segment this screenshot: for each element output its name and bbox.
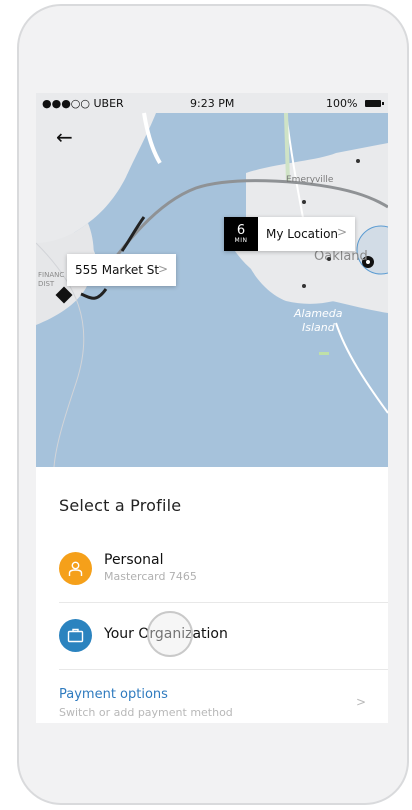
destination-label: 555 Market St	[75, 263, 160, 277]
briefcase-icon	[59, 619, 92, 652]
eta-unit: MIN	[234, 236, 248, 244]
person-icon	[59, 552, 92, 585]
label-financial: FINANC	[38, 271, 64, 279]
status-bar: ●●●○○ UBER 9:23 PM 100%	[36, 93, 388, 113]
sheet-title: Select a Profile	[59, 496, 182, 515]
park-strip	[284, 112, 290, 184]
eta-badge: 6 MIN	[224, 217, 258, 251]
chevron-right-icon: >	[356, 695, 367, 709]
status-time: 9:23 PM	[190, 97, 235, 110]
profile-organization[interactable]: Your Organization	[36, 609, 388, 669]
payment-options-title: Payment options	[59, 687, 168, 702]
app-screen: Emeryville Oakland Alameda Island FINANC…	[36, 93, 388, 723]
touch-indicator	[147, 611, 193, 657]
battery-percent: 100%	[326, 97, 358, 110]
profile-personal[interactable]: Personal Mastercard 7465	[36, 542, 388, 602]
car-icon-4	[302, 284, 306, 288]
label-alameda: Alameda	[293, 307, 343, 320]
destination-pin[interactable]: 555 Market St >	[67, 254, 176, 286]
profile-card: Mastercard 7465	[104, 570, 197, 583]
map-view[interactable]: Emeryville Oakland Alameda Island FINANC…	[36, 93, 388, 467]
label-island: Island	[302, 321, 336, 334]
back-arrow-icon[interactable]: ←	[56, 123, 84, 151]
car-icon-2	[302, 200, 306, 204]
pickup-pin[interactable]: 6 MIN My Location >	[224, 217, 355, 251]
label-district: DIST	[38, 280, 55, 288]
divider	[59, 669, 388, 670]
profile-name: Personal	[104, 552, 164, 568]
pickup-label: My Location	[266, 227, 339, 241]
payment-options-row[interactable]: Payment options Switch or add payment me…	[36, 679, 388, 723]
chevron-right-icon: >	[336, 225, 347, 239]
eta-value: 6	[236, 222, 246, 238]
payment-options-subtitle: Switch or add payment method	[59, 706, 233, 719]
chevron-right-icon: >	[157, 262, 168, 276]
profile-sheet: Select a Profile Personal Mastercard 746…	[36, 467, 388, 723]
divider	[59, 602, 388, 603]
car-icon-3	[327, 257, 331, 261]
label-emeryville: Emeryville	[286, 175, 334, 185]
car-icon-1	[356, 159, 360, 163]
park-b	[319, 352, 329, 355]
battery-icon	[365, 100, 384, 107]
label-oakland: Oakland	[314, 249, 368, 264]
carrier-signal: ●●●○○ UBER	[42, 97, 124, 110]
